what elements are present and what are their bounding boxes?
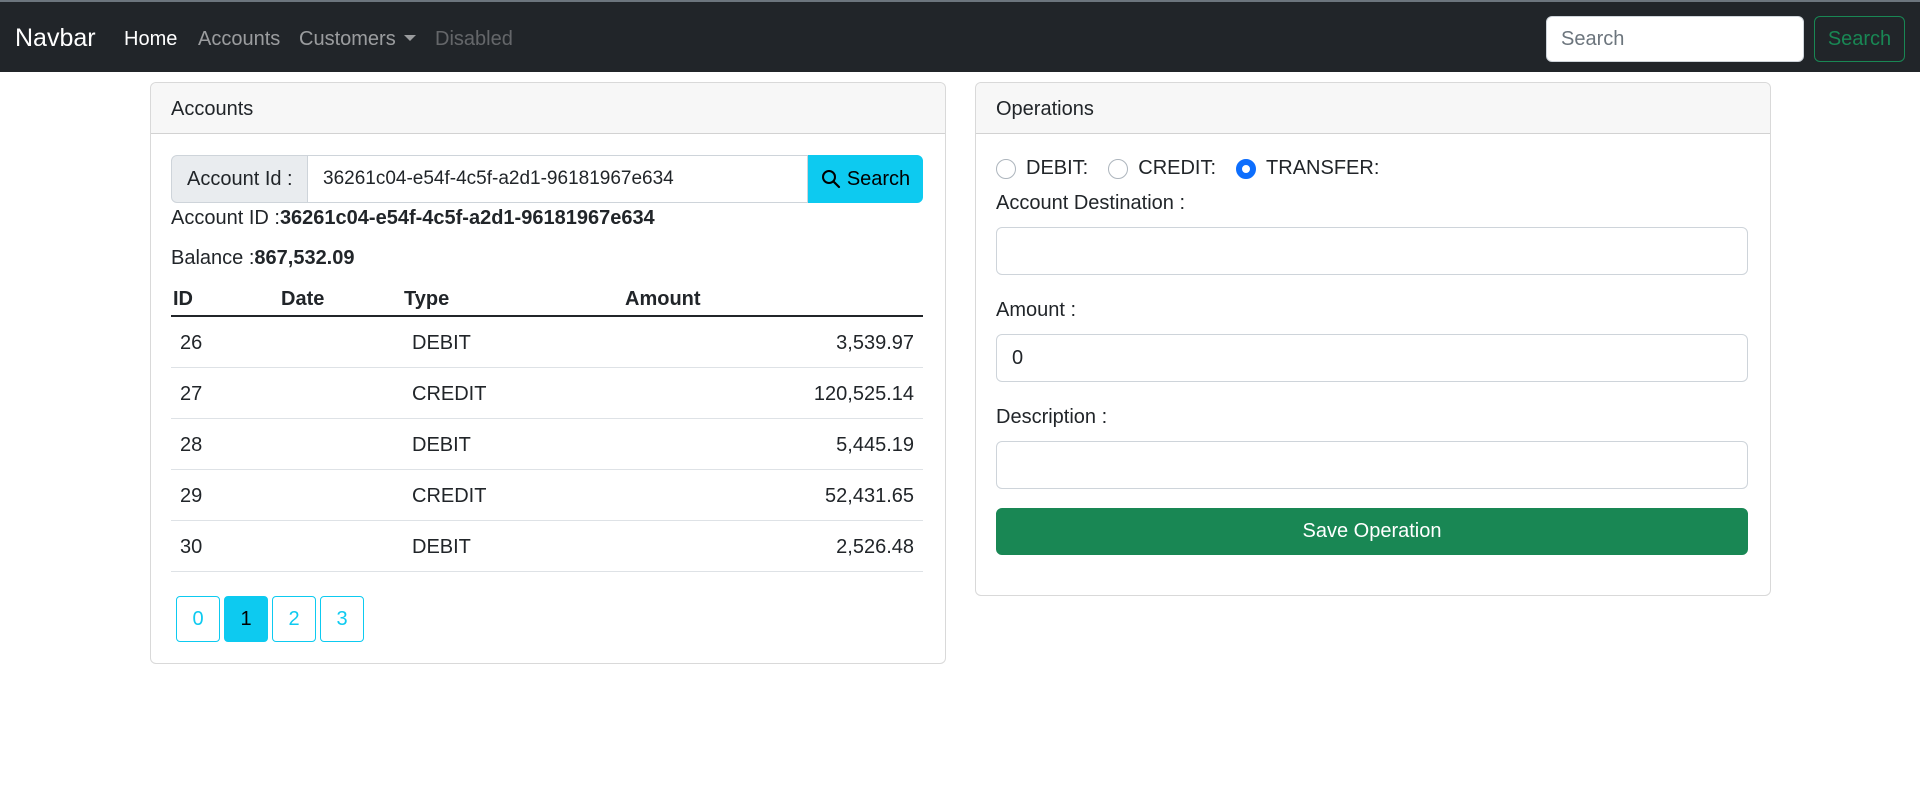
operations-table: ID Date Type Amount 26 DEBIT 3,539.97 27… bbox=[171, 283, 923, 572]
account-id-info-label: Account ID : bbox=[171, 207, 280, 229]
nav-link-disabled: Disabled bbox=[435, 28, 513, 50]
table-header: ID Date Type Amount bbox=[171, 283, 923, 317]
balance-info: Balance :867,532.09 bbox=[171, 247, 355, 270]
column-header-amount: Amount bbox=[625, 288, 701, 310]
navbar-search-input[interactable] bbox=[1546, 16, 1804, 62]
nav-link-accounts[interactable]: Accounts bbox=[198, 28, 280, 51]
destination-input[interactable] bbox=[996, 227, 1748, 275]
nav-dropdown-customers[interactable]: Customers bbox=[299, 28, 416, 51]
balance-value: 867,532.09 bbox=[254, 247, 355, 269]
column-header-id: ID bbox=[173, 288, 193, 310]
page-button-2[interactable]: 2 bbox=[272, 596, 316, 642]
page-button-3[interactable]: 3 bbox=[320, 596, 364, 642]
radio-transfer-label: TRANSFER: bbox=[1266, 157, 1380, 179]
balance-label: Balance : bbox=[171, 247, 255, 269]
accounts-card-title: Accounts bbox=[151, 83, 945, 134]
cell-amount: 2,526.48 bbox=[836, 536, 914, 558]
radio-credit-label: CREDIT: bbox=[1138, 157, 1217, 179]
cell-type: CREDIT bbox=[412, 485, 487, 507]
cell-type: CREDIT bbox=[412, 383, 487, 405]
table-row: 30 DEBIT 2,526.48 bbox=[171, 521, 923, 572]
search-icon bbox=[821, 170, 840, 189]
account-search-button-label: Search bbox=[846, 167, 911, 190]
cell-amount: 5,445.19 bbox=[836, 434, 914, 456]
cell-type: DEBIT bbox=[412, 536, 471, 558]
cell-id: 26 bbox=[180, 332, 203, 354]
cell-id: 28 bbox=[180, 434, 203, 456]
account-search-group: Account Id : Search bbox=[171, 155, 923, 203]
description-label: Description : bbox=[996, 406, 1108, 428]
cell-type: DEBIT bbox=[412, 332, 471, 354]
account-id-input-label: Account Id : bbox=[171, 155, 308, 203]
radio-debit[interactable] bbox=[996, 158, 1016, 179]
table-row: 27 CREDIT 120,525.14 bbox=[171, 368, 923, 419]
nav-link-customers-label: Customers bbox=[299, 28, 396, 50]
amount-label: Amount : bbox=[996, 299, 1077, 321]
table-row: 29 CREDIT 52,431.65 bbox=[171, 470, 923, 521]
amount-input[interactable] bbox=[996, 334, 1748, 382]
radio-transfer[interactable] bbox=[1236, 158, 1257, 179]
page-button-1[interactable]: 1 bbox=[224, 596, 268, 642]
column-header-type: Type bbox=[404, 288, 450, 310]
cell-id: 27 bbox=[180, 383, 203, 405]
operations-card: Operations DEBIT: CREDIT: TRANSFER: Acco… bbox=[975, 82, 1771, 596]
navbar-brand[interactable]: Navbar bbox=[15, 24, 96, 53]
table-row: 28 DEBIT 5,445.19 bbox=[171, 419, 923, 470]
navbar: Navbar Home Accounts Customers Disabled … bbox=[0, 0, 1920, 72]
page-button-0[interactable]: 0 bbox=[176, 596, 220, 642]
account-id-input[interactable] bbox=[308, 155, 808, 203]
account-id-info: Account ID :36261c04-e54f-4c5f-a2d1-9618… bbox=[171, 207, 655, 230]
radio-credit[interactable] bbox=[1108, 158, 1129, 179]
cell-amount: 3,539.97 bbox=[836, 332, 914, 354]
table-row: 26 DEBIT 3,539.97 bbox=[171, 317, 923, 368]
accounts-card: Accounts Account Id : Search Account ID … bbox=[150, 82, 946, 664]
nav-link-home[interactable]: Home bbox=[124, 28, 177, 51]
description-input[interactable] bbox=[996, 441, 1748, 489]
destination-label: Account Destination : bbox=[996, 192, 1185, 214]
cell-amount: 120,525.14 bbox=[813, 383, 914, 405]
chevron-down-icon bbox=[403, 34, 416, 41]
radio-debit-label: DEBIT: bbox=[1026, 157, 1089, 179]
column-header-date: Date bbox=[281, 288, 325, 310]
operation-type-radios: DEBIT: CREDIT: TRANSFER: bbox=[996, 157, 1399, 180]
pagination: 0 1 2 3 bbox=[176, 596, 364, 642]
account-id-info-value: 36261c04-e54f-4c5f-a2d1-96181967e634 bbox=[279, 207, 655, 229]
save-operation-button[interactable]: Save Operation bbox=[996, 508, 1748, 555]
operations-card-title: Operations bbox=[976, 83, 1770, 134]
cell-type: DEBIT bbox=[412, 434, 471, 456]
cell-id: 29 bbox=[180, 485, 203, 507]
account-search-button[interactable]: Search bbox=[808, 155, 923, 203]
cell-id: 30 bbox=[180, 536, 203, 558]
navbar-search-button[interactable]: Search bbox=[1814, 16, 1905, 62]
cell-amount: 52,431.65 bbox=[825, 485, 914, 507]
